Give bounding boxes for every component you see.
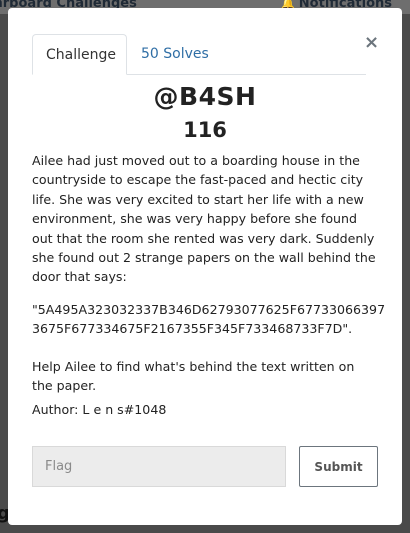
challenge-modal: Challenge 50 Solves × @B4SH 116 Ailee ha…: [8, 8, 402, 525]
modal-tabs: Challenge 50 Solves: [32, 34, 366, 75]
flag-input[interactable]: [32, 446, 286, 487]
challenge-name: @B4SH: [153, 82, 257, 111]
challenge-points: 116: [183, 118, 227, 142]
challenge-description: Ailee had just moved out to a boarding h…: [32, 151, 385, 393]
description-paragraph: Help Ailee to find what's behind the tex…: [32, 359, 355, 394]
close-icon[interactable]: ×: [364, 32, 379, 53]
description-paragraph: Ailee had just moved out to a boarding h…: [32, 153, 376, 285]
tab-challenge[interactable]: Challenge: [32, 34, 127, 75]
description-hex-string: "5A495A323032337B346D62793077625F6773306…: [32, 302, 386, 337]
submit-button[interactable]: Submit: [299, 446, 378, 487]
tab-solves[interactable]: 50 Solves: [128, 34, 222, 74]
challenge-author: Author: L e n s#1048: [32, 402, 167, 417]
